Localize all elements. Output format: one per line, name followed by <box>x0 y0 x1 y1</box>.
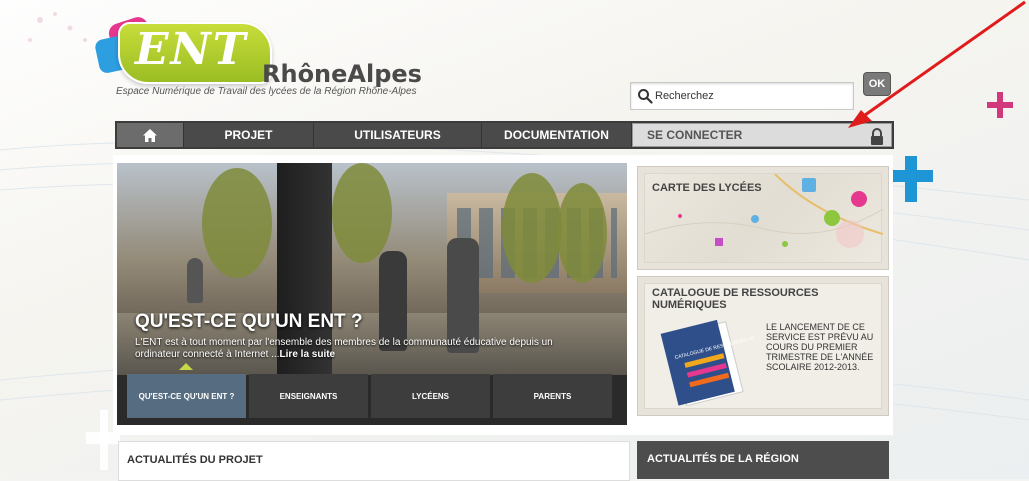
hero-tree <box>557 183 607 283</box>
hero-person <box>447 238 479 353</box>
connect-label: SE CONNECTER <box>647 128 743 142</box>
hero-person <box>187 258 203 303</box>
hero-person <box>379 251 407 351</box>
project-news-section: ACTUALITÉS DU PROJET <box>118 441 630 481</box>
hero-tab-enseignants[interactable]: ENSEIGNANTS <box>249 374 368 418</box>
search-input[interactable] <box>655 87 845 105</box>
project-news-title: ACTUALITÉS DU PROJET <box>127 454 263 466</box>
logo-region-name: RhôneAlpes <box>262 60 422 88</box>
site-logo[interactable]: ENT RhôneAlpes Espace Numérique de Trava… <box>90 12 430 107</box>
nav-home-button[interactable] <box>117 123 184 147</box>
region-news-title: ACTUALITÉS DE LA RÉGION <box>647 453 799 465</box>
hero-tree <box>332 163 392 263</box>
main-navigation: PROJET UTILISATEURS DOCUMENTATION SE CON… <box>115 121 894 149</box>
hero-title: QU'EST-CE QU'UN ENT ? <box>135 311 363 332</box>
hero-text: L'ENT est à tout moment par l'ensemble d… <box>135 337 585 361</box>
logo-tagline: Espace Numérique de Travail des lycées d… <box>116 86 417 97</box>
nav-item-utilisateurs[interactable]: UTILISATEURS <box>314 123 482 147</box>
search-icon <box>638 89 653 104</box>
catalog-card-title: CATALOGUE DE RESSOURCES NUMÉRIQUES <box>652 287 819 311</box>
map-card-title: CARTE DES LYCÉES <box>652 182 762 194</box>
active-tab-marker <box>179 363 193 370</box>
read-more-link[interactable]: Lire la suite <box>280 349 336 360</box>
catalog-book-image: CATALOGUE DE RESSOURCES NUMÉRIQUES <box>660 319 755 407</box>
hero-tab-ent[interactable]: QU'EST-CE QU'UN ENT ? <box>127 374 246 418</box>
annotation-arrow-icon <box>848 0 1026 128</box>
hero-banner: QU'EST-CE QU'UN ENT ? L'ENT est à tout m… <box>117 163 627 425</box>
nav-item-projet[interactable]: PROJET <box>184 123 314 147</box>
hero-description: L'ENT est à tout moment par l'ensemble d… <box>135 337 553 360</box>
hero-tabs: QU'EST-CE QU'UN ENT ? ENSEIGNANTS LYCÉEN… <box>127 374 612 418</box>
hero-tree <box>502 173 562 283</box>
hero-tab-parents[interactable]: PARENTS <box>493 374 612 418</box>
catalog-card-text: LE LANCEMENT DE CE SERVICE EST PRÉVU AU … <box>766 322 874 372</box>
region-news-section: ACTUALITÉS DE LA RÉGION <box>637 441 889 479</box>
logo-text: ENT <box>135 24 248 75</box>
nav-item-documentation[interactable]: DOCUMENTATION <box>482 123 632 147</box>
plus-decoration-icon <box>893 156 933 202</box>
hero-tab-lyceens[interactable]: LYCÉENS <box>371 374 490 418</box>
home-icon <box>143 128 157 142</box>
hero-tree <box>202 168 272 278</box>
